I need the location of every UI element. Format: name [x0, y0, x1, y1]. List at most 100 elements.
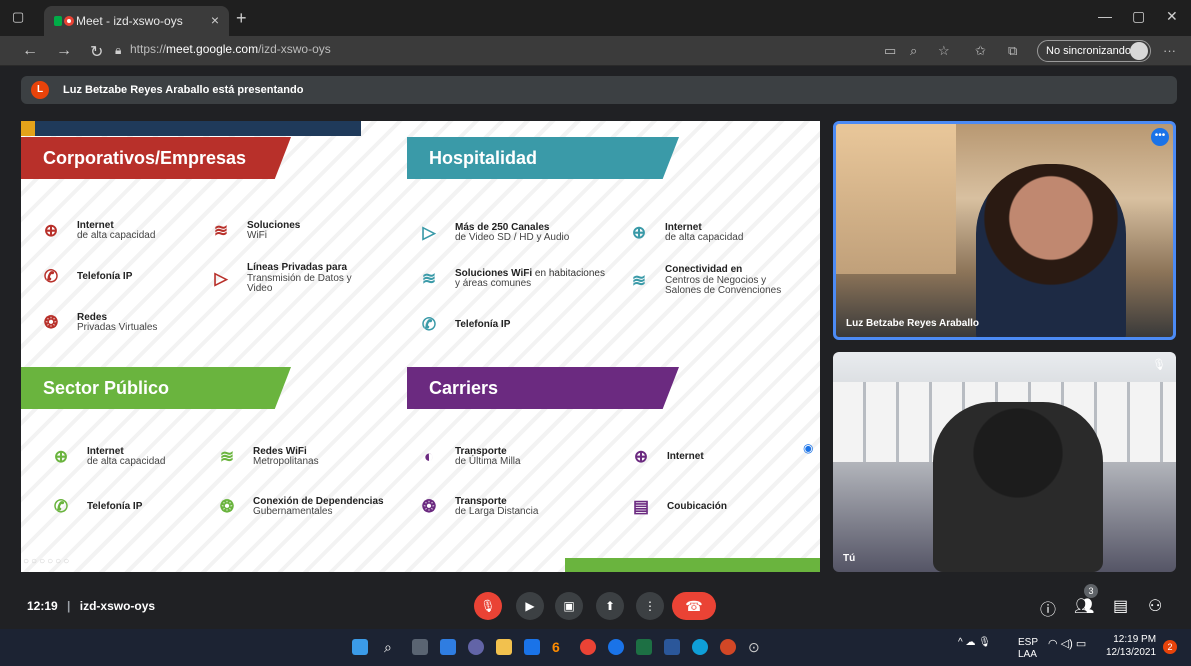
- list-item: ≋ Soluciones WiFi: [207, 217, 300, 245]
- phone-icon: ✆: [53, 497, 69, 517]
- clock-time: 12:19 PM: [1113, 634, 1157, 645]
- list-item: ≋ Conectividad en Centros de Negocios y S…: [625, 264, 800, 297]
- mic-off-icon: 🎙︎: [1152, 359, 1166, 371]
- chat-icon[interactable]: ▤: [1113, 596, 1128, 616]
- meeting-code: izd-xswo-oys: [79, 599, 156, 613]
- close-window-icon[interactable]: ✕: [1166, 8, 1178, 25]
- people-icon[interactable]: 👥︎: [1074, 596, 1094, 616]
- list-item: ≋ Soluciones WiFi en habitaciones y áreas…: [415, 265, 605, 293]
- list-item: ✆ Telefonía IP: [37, 263, 133, 291]
- list-item: ⊕ Internet de alta capacidad: [37, 217, 156, 245]
- url-field[interactable]: https://meet.google.com/izd-xswo-oys: [130, 42, 331, 56]
- presenter-video: [976, 164, 1126, 337]
- banner-carriers: Carriers: [407, 367, 679, 409]
- leave-call-button[interactable]: ☎: [672, 592, 716, 620]
- network-volume-icon[interactable]: ◠ ◁) ▭: [1048, 637, 1086, 650]
- teamviewer-icon[interactable]: [608, 639, 624, 655]
- slide-topbar-accent: [21, 121, 35, 136]
- app-six-icon[interactable]: 6: [552, 639, 568, 655]
- search-icon[interactable]: ⌕: [384, 639, 400, 655]
- camera-toggle-button[interactable]: ▶: [516, 592, 544, 620]
- chat-app-icon[interactable]: [468, 639, 484, 655]
- camera-icon: ▶: [525, 599, 535, 613]
- chrome-icon[interactable]: [580, 639, 596, 655]
- wifi-icon: ≋: [219, 447, 235, 467]
- banner-sector-publico: Sector Público: [21, 367, 291, 409]
- list-item: ⊕ Internet de alta capacidad: [625, 219, 744, 247]
- minimize-icon[interactable]: —: [1098, 8, 1112, 24]
- globe-icon: ⊕: [43, 221, 59, 241]
- network-icon: ❂: [43, 313, 59, 333]
- present-button[interactable]: ⬆: [596, 592, 624, 620]
- meeting-details-icon[interactable]: ⓘ: [1040, 596, 1056, 620]
- tab-close-icon[interactable]: ×: [211, 12, 219, 28]
- new-tab-button[interactable]: +: [236, 8, 247, 29]
- tab-actions-icon[interactable]: ▢: [12, 9, 24, 25]
- maximize-icon[interactable]: ▢: [1132, 8, 1145, 25]
- collections-icon[interactable]: ⧉: [1008, 43, 1017, 59]
- slide-bottom-bar: [565, 558, 820, 572]
- more-options-button[interactable]: ⋮: [636, 592, 664, 620]
- forward-icon[interactable]: →: [56, 42, 72, 60]
- windows-taskbar: ⌕ 6 ⊙ ^ ☁ 🎙︎ ESP LAA ◠ ◁) ▭ 12:19 PM 12/1…: [0, 629, 1191, 666]
- browser-tab-bar: ▢ Meet - izd-xswo-oys × + — ▢ ✕: [0, 0, 1191, 36]
- slide-controls-icon[interactable]: ○○○○○○: [23, 556, 71, 567]
- presenter-name: Luz Betzabe Reyes Araballo: [846, 318, 980, 329]
- meet-stage: L Luz Betzabe Reyes Araballo está presen…: [0, 66, 1191, 629]
- mic-toggle-button[interactable]: 🎙︎: [474, 592, 502, 620]
- more-vert-icon: ⋮: [644, 599, 656, 613]
- cast-icon[interactable]: ▭: [884, 43, 896, 59]
- list-item: ❂ Conexión de Dependencias Gubernamentale…: [213, 493, 384, 521]
- read-aloud-icon[interactable]: ⌕: [910, 43, 917, 59]
- self-name: Tú: [843, 553, 856, 564]
- globe-icon: ⊕: [631, 223, 647, 243]
- language-indicator[interactable]: ESP LAA: [1018, 637, 1038, 661]
- participants-count-badge: 3: [1084, 584, 1098, 598]
- tile-more-icon[interactable]: •••: [1151, 128, 1169, 146]
- phone-icon: ✆: [421, 315, 437, 335]
- back-icon[interactable]: ←: [22, 42, 38, 60]
- tab-meet[interactable]: Meet - izd-xswo-oys ×: [44, 6, 229, 36]
- edge-icon[interactable]: [692, 639, 708, 655]
- favorites-icon[interactable]: ✩: [975, 43, 986, 59]
- clock-date: 12/13/2021: [1106, 647, 1157, 658]
- banner-corporativos: Corporativos/Empresas: [21, 137, 291, 179]
- task-view-icon[interactable]: [412, 639, 428, 655]
- outlook-icon[interactable]: [524, 639, 540, 655]
- server-icon: ▤: [632, 497, 650, 517]
- activities-icon[interactable]: ⚇: [1148, 596, 1162, 616]
- profile-sync-button[interactable]: No sincronizando: [1037, 40, 1151, 62]
- lock-icon[interactable]: 🔒︎: [115, 43, 121, 58]
- start-icon[interactable]: [352, 639, 368, 655]
- reload-icon[interactable]: ↻: [90, 42, 103, 62]
- list-item: ▤ Coubicación: [627, 493, 727, 521]
- list-item: ▷ Líneas Privadas para Transmisión de Dat…: [207, 262, 362, 295]
- presenter-video-tile[interactable]: ••• Luz Betzabe Reyes Araballo: [833, 121, 1176, 340]
- captions-icon: ▣: [563, 599, 575, 613]
- widgets-icon[interactable]: [440, 639, 456, 655]
- lang-sub: LAA: [1018, 649, 1037, 660]
- more-menu-icon[interactable]: ···: [1163, 43, 1176, 58]
- presenter-avatar: L: [31, 81, 49, 99]
- list-item: ▷ Más de 250 Canales de Video SD / HD y A…: [415, 219, 569, 247]
- list-item: ⊕ Internet de alta capacidad: [47, 443, 166, 471]
- profile-avatar-icon: [1130, 42, 1148, 60]
- excel-icon[interactable]: [636, 639, 652, 655]
- word-icon[interactable]: [664, 639, 680, 655]
- list-item: ✆ Telefonía IP: [47, 493, 143, 521]
- favorites-add-icon[interactable]: ☆: [938, 43, 950, 59]
- meet-favicon-icon: [54, 16, 74, 26]
- phone-icon: ✆: [43, 267, 59, 287]
- background-window: [836, 124, 956, 274]
- taskbar-clock[interactable]: 12:19 PM 12/13/2021: [1106, 633, 1156, 659]
- captions-button[interactable]: ▣: [555, 592, 583, 620]
- file-explorer-icon[interactable]: [496, 639, 512, 655]
- sync-label: No sincronizando: [1046, 45, 1131, 57]
- app-icon[interactable]: ⊙: [748, 639, 764, 655]
- tray-overflow-icon[interactable]: ^ ☁ 🎙︎: [958, 637, 991, 648]
- self-video-tile[interactable]: 🎙︎ Tú: [833, 352, 1176, 572]
- list-item: ◐ Transporte de Última Milla: [415, 443, 521, 471]
- notifications-badge[interactable]: 2: [1163, 640, 1177, 654]
- play-icon: ▷: [422, 223, 436, 243]
- powerpoint-icon[interactable]: [720, 639, 736, 655]
